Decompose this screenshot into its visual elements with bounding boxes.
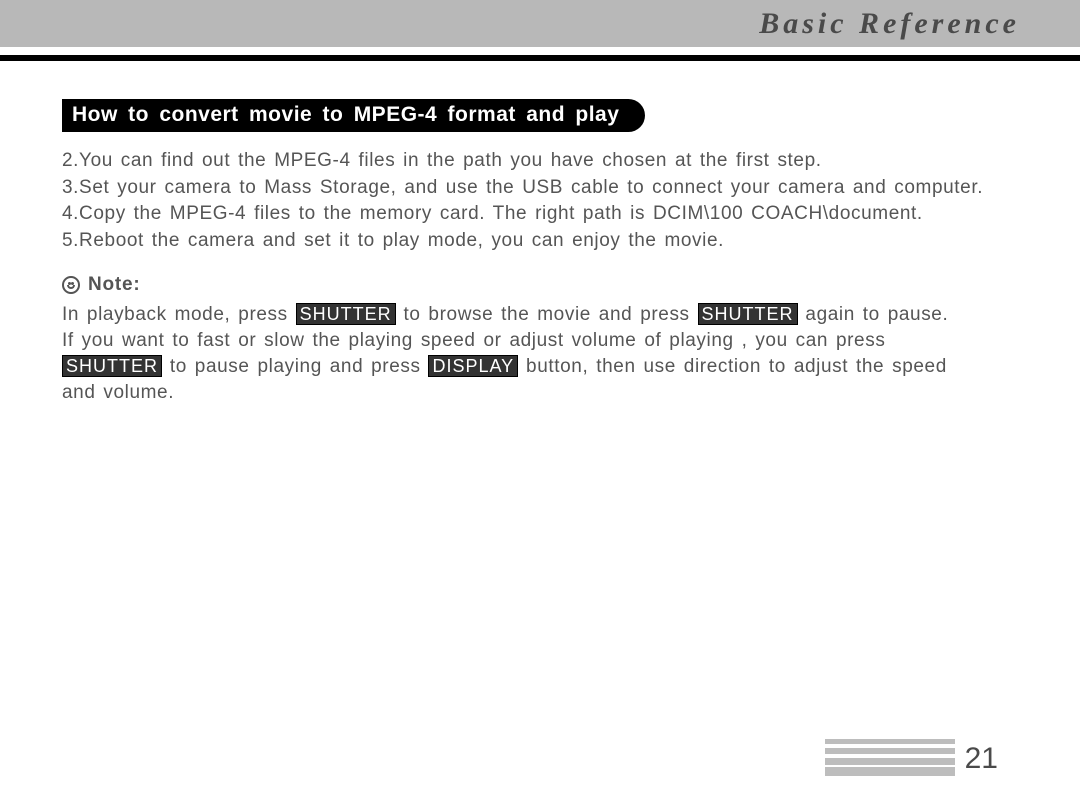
note-text-3c: button, then use direction to adjust the… [518,356,947,377]
swoosh-icon [825,734,955,776]
display-button-label: DISPLAY [428,355,518,377]
steps-list: 2.You can find out the MPEG-4 files in t… [62,148,1020,254]
step-2: 2.You can find out the MPEG-4 files in t… [62,148,1020,174]
section-heading: How to convert movie to MPEG-4 format an… [62,99,645,132]
shutter-button-label: SHUTTER [698,303,798,325]
shutter-button-label: SHUTTER [296,303,396,325]
note-body: In playback mode, press SHUTTER to brows… [62,302,1020,407]
note-label: Note: [88,274,141,296]
shutter-button-label: SHUTTER [62,355,162,377]
note-header: Note: [62,274,1020,296]
page-number: 21 [965,742,998,776]
manual-page: Basic Reference How to convert movie to … [0,0,1080,798]
note-text-1c: again to pause. [798,304,949,325]
step-3: 3.Set your camera to Mass Storage, and u… [62,175,1020,201]
step-5: 5.Reboot the camera and set it to play m… [62,228,1020,254]
content-area: How to convert movie to MPEG-4 format an… [0,61,1080,406]
smiley-icon [62,276,80,294]
note-text-1b: to browse the movie and press [396,304,698,325]
note-text-2: If you want to fast or slow the playing … [62,330,885,351]
note-text-4: and volume. [62,382,174,403]
header-title: Basic Reference [759,7,1020,41]
note-text-3b: to pause playing and press [162,356,428,377]
header-bar: Basic Reference [0,0,1080,47]
note-text-1a: In playback mode, press [62,304,296,325]
footer: 21 [825,734,998,776]
step-4: 4.Copy the MPEG-4 files to the memory ca… [62,201,1020,227]
